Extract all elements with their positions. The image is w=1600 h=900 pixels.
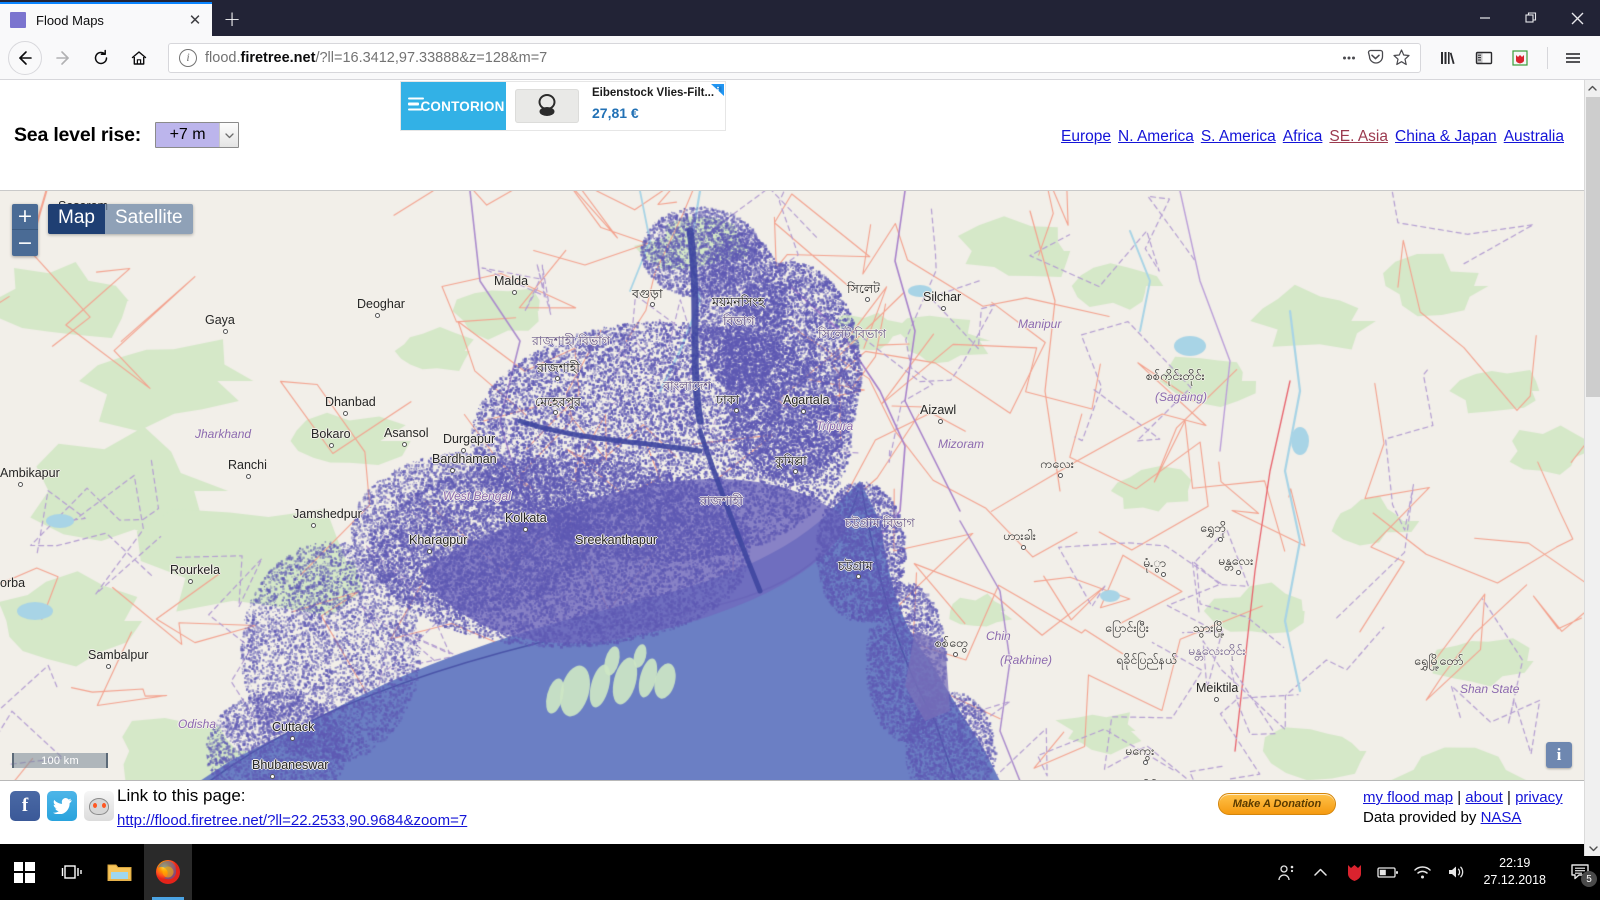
- toolbar-actions: [1431, 41, 1592, 75]
- mcafee-tray-icon[interactable]: [1337, 844, 1371, 900]
- ad-product-image: [506, 82, 588, 130]
- firefox-taskbar-button[interactable]: [144, 844, 192, 900]
- windows-logo-icon: [13, 861, 35, 883]
- region-link-africa[interactable]: Africa: [1283, 128, 1323, 145]
- scrollbar-thumb[interactable]: [1586, 97, 1600, 397]
- credit-prefix: Data provided by: [1363, 809, 1481, 826]
- address-bar[interactable]: i flood.firetree.net/?ll=16.3412,97.3388…: [168, 42, 1421, 73]
- footer-nav-row: my flood map | about | privacy: [1363, 789, 1563, 806]
- home-button-icon[interactable]: [122, 41, 156, 75]
- browser-navigation-toolbar: i flood.firetree.net/?ll=16.3412,97.3388…: [0, 36, 1600, 80]
- file-explorer-button[interactable]: [96, 844, 144, 900]
- share-link-block: Link to this page: http://flood.firetree…: [117, 786, 467, 830]
- region-link-s-america[interactable]: S. America: [1201, 128, 1276, 145]
- taskbar-clock[interactable]: 22:19 27.12.2018: [1473, 855, 1560, 889]
- pocket-icon[interactable]: [1362, 45, 1388, 71]
- sea-level-label: Sea level rise:: [14, 123, 142, 146]
- browser-tab[interactable]: Flood Maps ✕: [0, 2, 212, 36]
- advertisement-banner[interactable]: CONTORION Eibenstock Vlies-Filt... 27,81…: [400, 81, 726, 131]
- volume-icon[interactable]: [1439, 844, 1473, 900]
- scroll-up-arrow-icon[interactable]: [1585, 80, 1600, 96]
- share-link-url[interactable]: http://flood.firetree.net/?ll=22.2533,90…: [117, 812, 467, 829]
- map-type-map[interactable]: Map: [48, 204, 105, 234]
- page-header: CONTORION Eibenstock Vlies-Filt... 27,81…: [0, 80, 1600, 190]
- show-hidden-icons-chevron-icon[interactable]: [1303, 844, 1337, 900]
- region-link-se-asia[interactable]: SE. Asia: [1329, 128, 1388, 145]
- contorion-mark-icon: [408, 97, 424, 115]
- tab-title: Flood Maps: [36, 12, 104, 28]
- map-info-button[interactable]: i: [1546, 742, 1572, 768]
- map-canvas[interactable]: [0, 191, 1584, 780]
- sea-level-value: +7 m: [156, 123, 220, 147]
- close-window-icon[interactable]: [1554, 0, 1600, 36]
- page-content: CONTORION Eibenstock Vlies-Filt... 27,81…: [0, 80, 1600, 856]
- url-text: flood.firetree.net/?ll=16.3412,97.33888&…: [205, 49, 548, 66]
- zoom-in-button[interactable]: +: [12, 204, 38, 230]
- restore-icon[interactable]: [1508, 0, 1554, 36]
- region-link-n-america[interactable]: N. America: [1118, 128, 1194, 145]
- reload-button-icon[interactable]: [84, 41, 118, 75]
- scroll-down-arrow-icon[interactable]: [1585, 840, 1600, 856]
- people-icon[interactable]: [1269, 844, 1303, 900]
- reddit-share-icon[interactable]: [84, 791, 114, 821]
- window-controls: [1462, 0, 1600, 36]
- page-actions-icon[interactable]: [1336, 45, 1362, 71]
- map-scale-bar: 100 km: [12, 753, 108, 768]
- donate-button[interactable]: Make A Donation: [1218, 793, 1336, 815]
- clock-time: 22:19: [1499, 856, 1531, 871]
- adchoices-icon[interactable]: [711, 83, 724, 96]
- region-links: Europe N. America S. America Africa SE. Asia…: [1054, 128, 1564, 146]
- start-button[interactable]: [0, 844, 48, 900]
- region-link-australia[interactable]: Australia: [1504, 128, 1564, 145]
- tab-strip: Flood Maps ✕ +: [0, 0, 252, 36]
- windows-taskbar: 22:19 27.12.2018 5: [0, 844, 1600, 900]
- forward-button-icon[interactable]: [46, 41, 80, 75]
- system-tray: 22:19 27.12.2018 5: [1269, 844, 1600, 900]
- nasa-link[interactable]: NASA: [1481, 809, 1522, 826]
- notification-badge: 5: [1581, 871, 1597, 887]
- close-tab-icon[interactable]: ✕: [186, 11, 204, 29]
- footer-link-about[interactable]: about: [1465, 789, 1503, 806]
- clock-date: 27.12.2018: [1483, 873, 1546, 887]
- ad-price: 27,81 €: [592, 105, 639, 122]
- wifi-icon[interactable]: [1405, 844, 1439, 900]
- battery-icon[interactable]: [1371, 844, 1405, 900]
- sea-level-select[interactable]: +7 m: [155, 122, 240, 148]
- sea-level-control-row: Sea level rise: +7 m: [0, 122, 240, 148]
- zoom-out-button[interactable]: −: [12, 230, 38, 256]
- footer-credit-row: Data provided by NASA: [1363, 809, 1563, 826]
- library-icon[interactable]: [1431, 41, 1465, 75]
- twitter-share-icon[interactable]: [47, 791, 77, 821]
- flood-map-favicon-icon: [10, 12, 26, 28]
- region-link-europe[interactable]: Europe: [1061, 128, 1111, 145]
- menu-hamburger-icon[interactable]: [1556, 41, 1590, 75]
- new-tab-button[interactable]: +: [212, 2, 252, 36]
- sidebar-icon[interactable]: [1467, 41, 1501, 75]
- page-scrollbar[interactable]: [1584, 80, 1600, 856]
- footer-links: my flood map | about | privacy Data prov…: [1363, 789, 1563, 826]
- site-info-icon[interactable]: i: [179, 48, 197, 67]
- map-type-satellite[interactable]: Satellite: [104, 204, 193, 234]
- toolbar-divider: [1547, 46, 1548, 69]
- social-share-buttons: f: [10, 791, 114, 821]
- task-view-button[interactable]: [48, 844, 96, 900]
- footer-link-my-flood-map[interactable]: my flood map: [1363, 789, 1453, 806]
- bookmark-star-icon[interactable]: [1388, 45, 1414, 71]
- region-link-china-japan[interactable]: China & Japan: [1395, 128, 1497, 145]
- chevron-down-icon[interactable]: [219, 123, 239, 147]
- minimize-icon[interactable]: [1462, 0, 1508, 36]
- map-zoom-controls: + −: [12, 204, 38, 256]
- map-type-toggle: Map Satellite: [48, 204, 193, 234]
- facebook-share-icon[interactable]: f: [10, 791, 40, 821]
- ad-text: Eibenstock Vlies-Filt... 27,81 €: [588, 82, 725, 130]
- back-button-icon[interactable]: [8, 40, 42, 75]
- ad-title: Eibenstock Vlies-Filt...: [592, 87, 715, 99]
- share-link-heading: Link to this page:: [117, 786, 246, 805]
- browser-title-bar: Flood Maps ✕ +: [0, 0, 1600, 36]
- footer-link-privacy[interactable]: privacy: [1515, 789, 1563, 806]
- ad-brand-logo: CONTORION: [401, 82, 506, 130]
- flood-map[interactable]: SasaramGayaDeogharMaldaবগুড়াময়মনসিংহবিভ…: [0, 190, 1584, 780]
- mcafee-extension-icon[interactable]: [1503, 41, 1537, 75]
